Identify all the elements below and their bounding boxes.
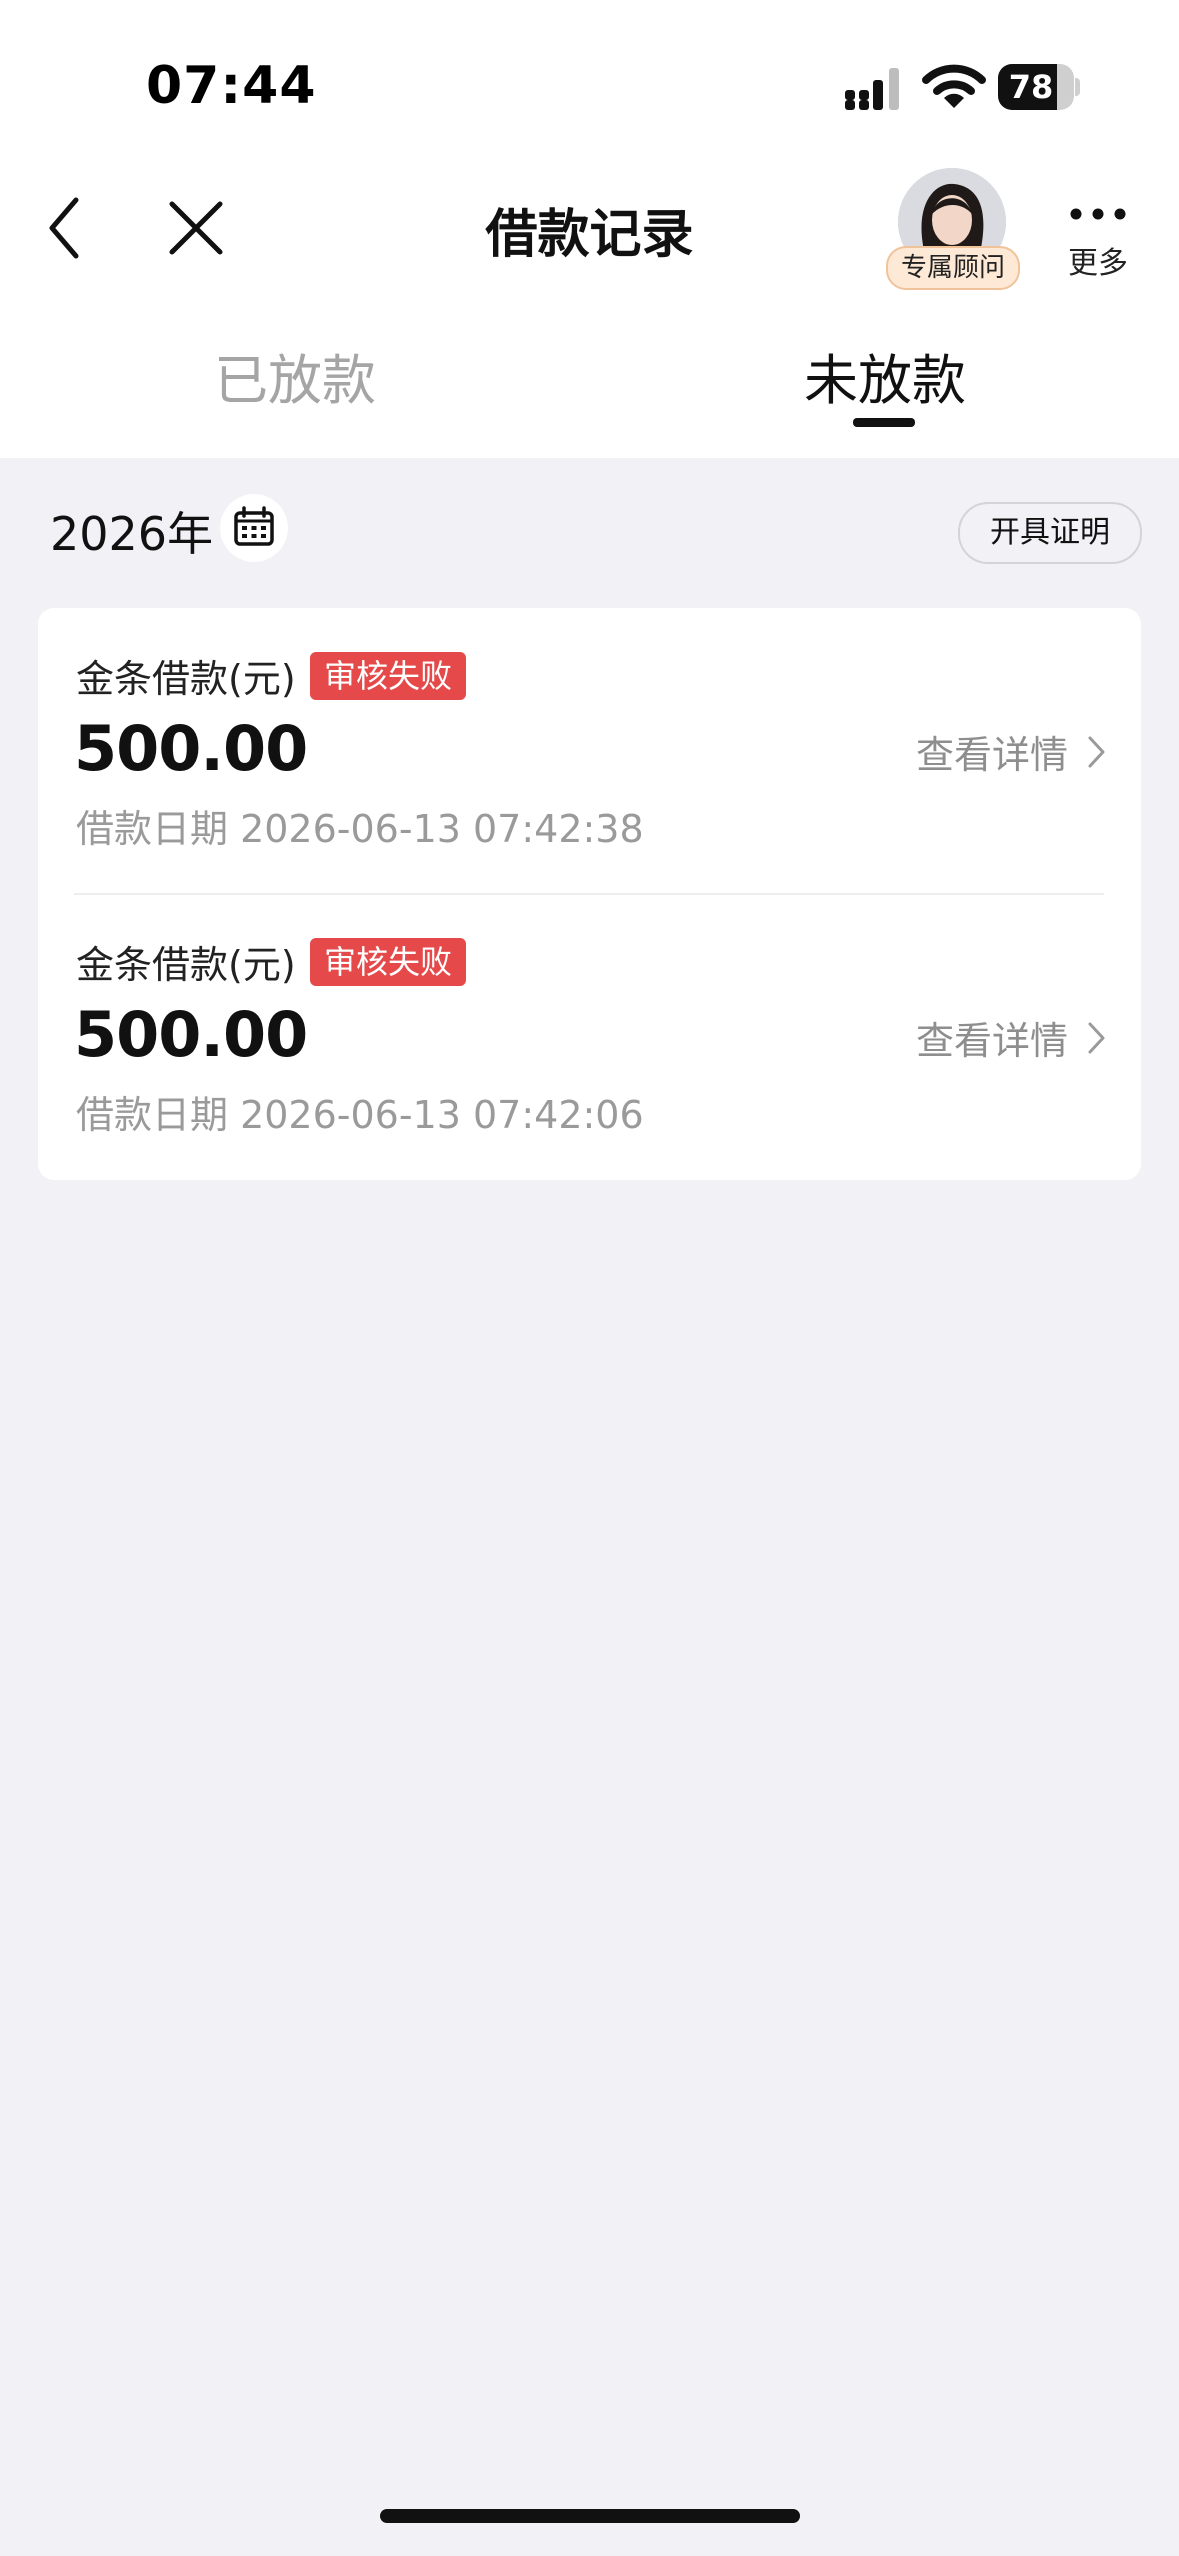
view-details-link[interactable]: 查看详情 xyxy=(916,1010,1068,1065)
status-badge: 审核失败 xyxy=(310,652,467,700)
active-tab-indicator xyxy=(853,418,915,427)
status-time: 07:44 xyxy=(146,56,317,116)
advisor-badge: 专属顾问 xyxy=(886,246,1020,290)
loan-type-label: 金条借款(元) xyxy=(76,657,296,701)
issue-certificate-button[interactable]: 开具证明 xyxy=(958,502,1142,564)
loan-record[interactable]: 金条借款(元) 审核失败 500.00 借款日期 2026-06-13 07:4… xyxy=(38,894,1141,1180)
status-badge: 审核失败 xyxy=(310,938,467,986)
view-details-link[interactable]: 查看详情 xyxy=(916,724,1068,779)
cellular-signal-icon xyxy=(845,68,899,110)
more-button[interactable]: 更多 xyxy=(1060,196,1136,286)
battery-indicator: 78 xyxy=(998,64,1080,110)
loan-date: 借款日期 2026-06-13 07:42:06 xyxy=(76,1093,644,1137)
tab-not-disbursed[interactable]: 未放款 xyxy=(590,336,1179,415)
loan-type-label: 金条借款(元) xyxy=(76,943,296,987)
advisor-button[interactable]: 专属顾问 xyxy=(882,168,1022,292)
chevron-right-icon[interactable] xyxy=(1086,732,1108,772)
wifi-icon xyxy=(922,64,986,108)
tab-disbursed[interactable]: 已放款 xyxy=(0,336,590,415)
calendar-button[interactable] xyxy=(220,494,288,562)
loan-date: 借款日期 2026-06-13 07:42:38 xyxy=(76,807,644,851)
loan-record[interactable]: 金条借款(元) 审核失败 500.00 借款日期 2026-06-13 07:4… xyxy=(38,608,1141,895)
loan-amount: 500.00 xyxy=(74,712,308,785)
calendar-icon xyxy=(234,506,274,546)
home-indicator[interactable] xyxy=(380,2509,800,2523)
more-dots-icon xyxy=(1070,208,1126,220)
loan-amount: 500.00 xyxy=(74,998,308,1071)
more-label: 更多 xyxy=(1068,246,1128,281)
battery-percent: 78 xyxy=(1008,68,1054,106)
chevron-right-icon[interactable] xyxy=(1086,1018,1108,1058)
loan-records-card: 金条借款(元) 审核失败 500.00 借款日期 2026-06-13 07:4… xyxy=(38,608,1141,1180)
year-filter-label[interactable]: 2026年 xyxy=(50,498,213,564)
